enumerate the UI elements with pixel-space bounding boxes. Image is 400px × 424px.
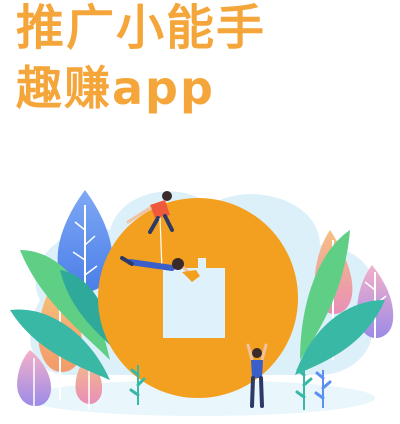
headline-title: 推广小能手 [16, 0, 267, 56]
promo-screen: { "headline": { "line1": "推广小能手", "line2… [0, 0, 400, 424]
headline-subtitle: 趣赚app [16, 61, 215, 115]
coin-illustration [10, 190, 394, 416]
